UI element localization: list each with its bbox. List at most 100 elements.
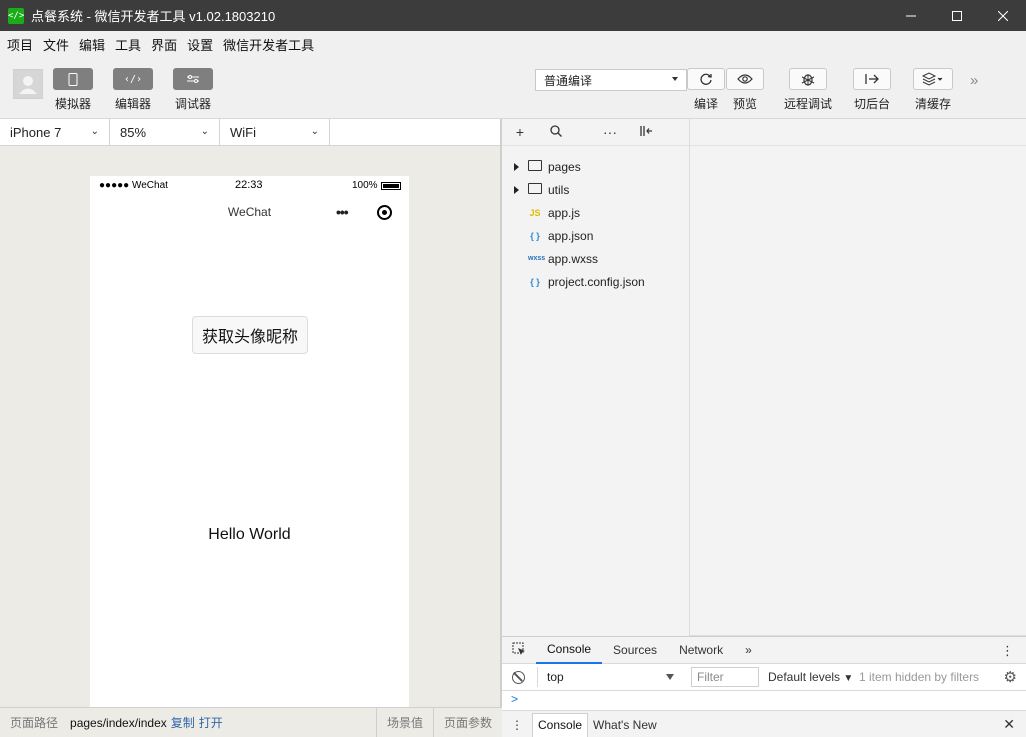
phone-status-bar: ●●●●● WeChat 22:33 100% bbox=[90, 176, 409, 196]
search-icon[interactable] bbox=[538, 124, 574, 140]
editor-label: 编辑器 bbox=[114, 97, 151, 111]
title-bar: </> 点餐系统 - 微信开发者工具 v1.02.1803210 bbox=[0, 0, 1026, 31]
menu-file[interactable]: 文件 bbox=[38, 35, 74, 54]
debugger-button[interactable] bbox=[173, 68, 213, 90]
more-tabs-chevron-icon[interactable]: » bbox=[734, 637, 763, 664]
tree-folder-utils[interactable]: utils bbox=[502, 178, 689, 201]
editor-toggle[interactable]: ‹/› 编辑器 bbox=[113, 68, 153, 112]
menu-edit[interactable]: 编辑 bbox=[74, 35, 110, 54]
battery-icon bbox=[380, 181, 401, 190]
compile-action[interactable]: 编译 bbox=[687, 68, 725, 112]
simulator-options: iPhone 7 ⌄ 85% ⌄ WiFi ⌄ bbox=[0, 119, 500, 146]
folder-icon bbox=[528, 160, 542, 173]
battery-status: 100% bbox=[352, 180, 401, 191]
tab-sources[interactable]: Sources bbox=[602, 637, 668, 664]
tree-file-app-wxss[interactable]: wxss app.wxss bbox=[502, 247, 689, 270]
get-avatar-nickname-button[interactable]: 获取头像昵称 bbox=[192, 316, 308, 354]
preview-action[interactable]: 预览 bbox=[726, 68, 764, 112]
user-avatar[interactable] bbox=[13, 69, 43, 99]
add-file-icon[interactable]: + bbox=[502, 124, 538, 140]
wxss-file-icon: wxss bbox=[528, 255, 546, 262]
eye-icon bbox=[737, 74, 753, 84]
menu-tools[interactable]: 工具 bbox=[110, 35, 146, 54]
remote-debug-label: 远程调试 bbox=[784, 97, 833, 111]
console-input-row[interactable]: > bbox=[502, 691, 1026, 709]
file-name: app.wxss bbox=[548, 251, 599, 266]
compile-button[interactable] bbox=[687, 68, 725, 90]
minimize-button[interactable] bbox=[888, 0, 934, 31]
gear-icon[interactable]: ⚙ bbox=[1004, 668, 1017, 686]
menu-settings[interactable]: 设置 bbox=[182, 35, 218, 54]
close-icon bbox=[998, 10, 1008, 21]
close-drawer-icon[interactable]: ✕ bbox=[1003, 716, 1015, 733]
zoom-value: 85% bbox=[120, 124, 147, 140]
network-select[interactable]: WiFi ⌄ bbox=[220, 119, 330, 145]
scene-value-button[interactable]: 场景值 bbox=[375, 708, 433, 737]
device-select[interactable]: iPhone 7 ⌄ bbox=[0, 119, 110, 145]
copy-path-link[interactable]: 复制 bbox=[171, 714, 195, 731]
window-title: 点餐系统 - 微信开发者工具 v1.02.1803210 bbox=[31, 9, 276, 24]
menu-project[interactable]: 项目 bbox=[2, 35, 38, 54]
editor-button[interactable]: ‹/› bbox=[113, 68, 153, 90]
close-capsule-icon[interactable] bbox=[377, 204, 392, 220]
tree-file-project-config[interactable]: { } project.config.json bbox=[502, 270, 689, 293]
inspect-element-icon[interactable] bbox=[502, 642, 536, 659]
menu-devtools[interactable]: 微信开发者工具 bbox=[218, 35, 319, 54]
drawer-tab-whats-new[interactable]: What's New bbox=[588, 713, 662, 737]
background-button[interactable] bbox=[853, 68, 891, 90]
editor-tab-strip bbox=[690, 119, 1026, 146]
background-action[interactable]: 切后台 bbox=[853, 68, 891, 112]
collapse-panel-icon[interactable] bbox=[628, 124, 664, 140]
tree-folder-pages[interactable]: pages bbox=[502, 155, 689, 178]
phone-icon bbox=[68, 72, 78, 86]
status-time: 22:33 bbox=[235, 179, 263, 191]
simulator-button[interactable] bbox=[53, 68, 93, 90]
context-value: top bbox=[547, 670, 564, 684]
file-name: utils bbox=[548, 182, 570, 197]
tree-file-app-js[interactable]: JS app.js bbox=[502, 201, 689, 224]
devtools-tab-bar: Console Sources Network » ⋮ bbox=[502, 637, 1026, 664]
tab-network[interactable]: Network bbox=[668, 637, 734, 664]
compile-mode-select[interactable]: 普通编译 bbox=[535, 69, 687, 91]
clear-console-icon[interactable] bbox=[512, 671, 525, 684]
clear-cache-label: 清缓存 bbox=[914, 97, 951, 111]
maximize-button[interactable] bbox=[934, 0, 980, 31]
console-prompt-icon: > bbox=[511, 692, 519, 706]
remote-debug-action[interactable]: 远程调试 bbox=[784, 68, 832, 112]
expand-arrow-icon bbox=[514, 162, 519, 171]
more-dots-icon[interactable]: ••• bbox=[336, 205, 349, 219]
simulator-toggle[interactable]: 模拟器 bbox=[53, 68, 93, 112]
more-options-icon[interactable]: ··· bbox=[592, 124, 628, 140]
menu-view[interactable]: 界面 bbox=[146, 35, 182, 54]
open-path-link[interactable]: 打开 bbox=[199, 714, 223, 731]
file-explorer: + ··· pages utils JS app.js { } app.json bbox=[502, 119, 690, 636]
preview-button[interactable] bbox=[726, 68, 764, 90]
debugger-toggle[interactable]: 调试器 bbox=[173, 68, 213, 112]
caret-down-icon: ▼ bbox=[843, 673, 854, 684]
clear-cache-button[interactable] bbox=[913, 68, 953, 90]
log-levels-value: Default levels bbox=[768, 670, 841, 684]
expand-arrow-icon bbox=[514, 185, 519, 194]
devtools-menu-icon[interactable]: ⋮ bbox=[1001, 643, 1014, 659]
file-name: app.js bbox=[548, 205, 581, 220]
tree-file-app-json[interactable]: { } app.json bbox=[502, 224, 689, 247]
wechat-devtools-logo-icon: </> bbox=[8, 7, 24, 24]
console-filter-input[interactable]: Filter bbox=[691, 667, 759, 687]
console-filter-bar: top Filter Default levels ▼ 1 item hidde… bbox=[502, 664, 1026, 691]
page-params-button[interactable]: 页面参数 bbox=[432, 708, 502, 737]
drawer-menu-icon[interactable]: ⋮ bbox=[502, 718, 532, 732]
mini-program-capsule: ••• bbox=[336, 204, 392, 220]
zoom-select[interactable]: 85% ⌄ bbox=[110, 119, 220, 145]
clear-cache-action[interactable]: 清缓存 bbox=[913, 68, 953, 112]
file-name: pages bbox=[548, 159, 581, 174]
context-select[interactable]: top bbox=[537, 667, 678, 687]
toolbar-overflow-chevron-icon[interactable]: » bbox=[970, 72, 978, 89]
file-name: app.json bbox=[548, 228, 594, 243]
log-levels-select[interactable]: Default levels ▼ bbox=[768, 670, 853, 684]
tab-console[interactable]: Console bbox=[536, 637, 603, 664]
battery-percent: 100% bbox=[352, 180, 378, 191]
close-window-button[interactable] bbox=[980, 0, 1026, 31]
drawer-tab-console[interactable]: Console bbox=[532, 712, 589, 737]
device-value: iPhone 7 bbox=[10, 124, 62, 140]
remote-debug-button[interactable] bbox=[789, 68, 827, 90]
